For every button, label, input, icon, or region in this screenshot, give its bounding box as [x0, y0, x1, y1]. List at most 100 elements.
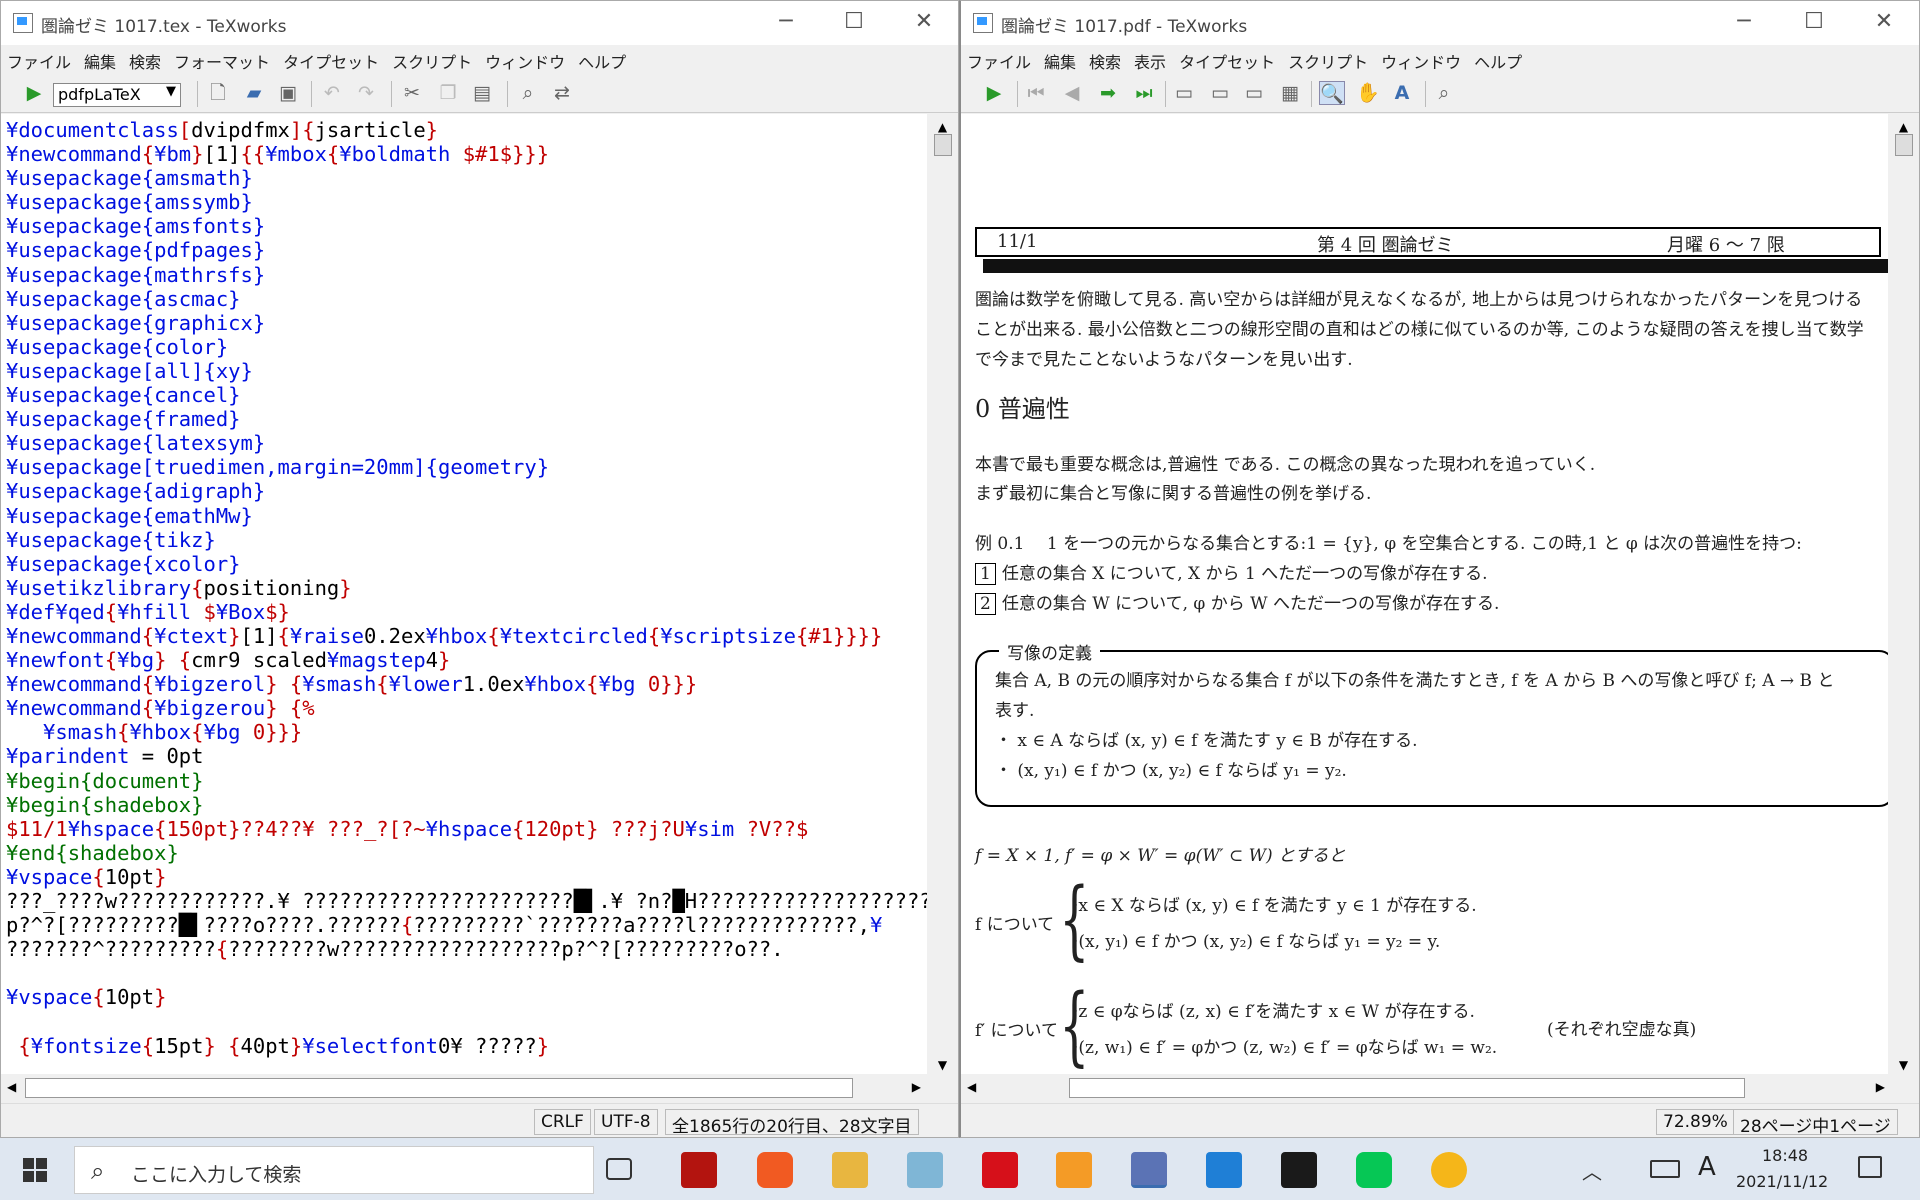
start-button[interactable] [0, 1138, 70, 1200]
source-line[interactable]: ¥usepackage{amsmath} [6, 166, 927, 190]
source-line[interactable]: ???_????w????????????.¥ ????????????????… [6, 889, 927, 913]
h-scroll-thumb[interactable] [1069, 1078, 1745, 1098]
keyboard-icon[interactable] [1650, 1160, 1680, 1178]
open-file-icon[interactable]: ▰ [241, 81, 267, 105]
typeset-play-icon[interactable]: ▶ [981, 81, 1007, 105]
ime-indicator[interactable]: A [1698, 1152, 1716, 1182]
menu-format[interactable]: フォーマット [168, 45, 277, 73]
maximize-button[interactable]: ☐ [831, 9, 877, 37]
menu-search[interactable]: 検索 [123, 45, 168, 73]
search-box[interactable]: ⌕ ここに入力して検索 [74, 1146, 594, 1194]
source-line[interactable]: ¥newcommand{¥bigzerol} {¥smash{¥lower1.0… [6, 672, 927, 696]
fit-width-icon[interactable]: ▭ [1207, 81, 1233, 105]
source-line[interactable]: ¥usepackage{xcolor} [6, 552, 927, 576]
editor-horizontal-scrollbar[interactable]: ◀ ▶ [1, 1074, 927, 1102]
scroll-left-icon[interactable]: ◀ [967, 1080, 976, 1094]
menu-view[interactable]: 表示 [1128, 45, 1173, 73]
menu-file[interactable]: ファイル [1, 45, 78, 73]
source-line[interactable]: ¥usepackage{graphicx} [6, 311, 927, 335]
undo-icon[interactable]: ↶ [319, 81, 345, 105]
source-line[interactable]: ¥usepackage{tikz} [6, 528, 927, 552]
menu-edit[interactable]: 編集 [78, 45, 123, 73]
source-line[interactable]: ¥usepackage{amsfonts} [6, 214, 927, 238]
pdf-vertical-scrollbar[interactable]: ▲ ▼ [1888, 114, 1919, 1074]
encoding-indicator[interactable]: UTF-8 [594, 1109, 658, 1135]
menu-edit[interactable]: 編集 [1038, 45, 1083, 73]
source-line[interactable]: ¥newcommand{¥bm}[1]{{¥mbox{¥boldmath $#1… [6, 142, 927, 166]
copy-icon[interactable]: ❐ [435, 81, 461, 105]
source-line[interactable]: ¥usepackage{pdfpages} [6, 238, 927, 262]
source-line[interactable]: ¥usepackage{adigraph} [6, 479, 927, 503]
menu-window[interactable]: ウィンドウ [479, 45, 572, 73]
source-line[interactable]: ¥newcommand{¥bigzerou} {% [6, 696, 927, 720]
actual-size-icon[interactable]: ▭ [1171, 81, 1197, 105]
zoom-level[interactable]: 72.89% [1656, 1109, 1735, 1135]
scroll-up-icon[interactable]: ▲ [927, 120, 958, 134]
paste-icon[interactable]: ▤ [469, 81, 495, 105]
mail-icon[interactable] [1206, 1152, 1242, 1188]
clock-time[interactable]: 18:48 [1762, 1146, 1808, 1165]
source-line[interactable]: ¥def¥qed{¥hfill $¥Box$} [6, 600, 927, 624]
texworks-taskbar-icon[interactable] [1131, 1152, 1167, 1188]
scroll-down-icon[interactable]: ▼ [1888, 1058, 1919, 1072]
source-line[interactable]: ¥smash{¥hbox{¥bg 0}}} [6, 720, 927, 744]
next-page-icon[interactable]: ➡ [1095, 81, 1121, 105]
minimize-button[interactable]: ─ [763, 9, 809, 37]
menu-script[interactable]: スクリプト [386, 45, 479, 73]
source-line[interactable]: ¥begin{shadebox} [6, 793, 927, 817]
acrobat-icon[interactable] [681, 1152, 717, 1188]
select-text-icon[interactable]: A [1389, 81, 1415, 105]
source-line[interactable]: ¥usepackage{emathMw} [6, 504, 927, 528]
find-icon[interactable]: ⌕ [1431, 81, 1457, 105]
source-line[interactable]: ¥usetikzlibrary{positioning} [6, 576, 927, 600]
last-page-icon[interactable]: ⏭ [1131, 81, 1157, 105]
source-editor[interactable]: ¥documentclass[dvipdfmx]{jsarticle} ¥newc… [1, 114, 927, 1074]
cursor-position[interactable]: 全1865行の20行目、28文字目 [665, 1109, 919, 1137]
continuous-icon[interactable]: ▦ [1277, 81, 1303, 105]
source-line[interactable]: ¥begin{document} [6, 769, 927, 793]
redo-icon[interactable]: ↷ [353, 81, 379, 105]
editor-vertical-scrollbar[interactable]: ▲ ▼ [927, 114, 958, 1074]
brave-icon[interactable] [757, 1152, 793, 1188]
replace-icon[interactable]: ⇄ [549, 81, 575, 105]
clock-date[interactable]: 2021/11/12 [1736, 1172, 1828, 1191]
source-line[interactable]: ¥usepackage{cancel} [6, 383, 927, 407]
first-page-icon[interactable]: ⏮ [1023, 81, 1049, 105]
source-line[interactable]: ¥usepackage[all]{xy} [6, 359, 927, 383]
chevron-up-icon[interactable]: ︿ [1582, 1156, 1602, 1185]
source-line[interactable]: $11/1¥hspace{150pt}??4??¥ ???_?[?~¥hspac… [6, 817, 927, 841]
minimize-button[interactable]: ─ [1721, 9, 1767, 37]
scroll-up-icon[interactable]: ▲ [1888, 120, 1919, 134]
magnify-icon[interactable]: 🔍 [1319, 81, 1345, 105]
engine-select[interactable]: pdfpLaTeX ▼ [53, 83, 181, 107]
source-line[interactable] [6, 1009, 927, 1033]
source-line[interactable]: ¥usepackage{framed} [6, 407, 927, 431]
save-icon[interactable]: ▣ [275, 81, 301, 105]
mathematica-icon[interactable] [982, 1152, 1018, 1188]
page-indicator[interactable]: 28ページ中1ページ [1733, 1109, 1898, 1137]
source-line[interactable]: {¥fontsize{15pt} {40pt}¥selectfont0¥ ???… [6, 1034, 927, 1058]
menu-typeset[interactable]: タイプセット [277, 45, 386, 73]
menu-file[interactable]: ファイル [961, 45, 1038, 73]
close-button[interactable]: ✕ [901, 9, 947, 37]
close-button[interactable]: ✕ [1861, 9, 1907, 37]
scroll-right-icon[interactable]: ▶ [912, 1080, 921, 1094]
menu-script[interactable]: スクリプト [1282, 45, 1375, 73]
source-line[interactable]: ¥newfont{¥bg} {cmr9 scaled¥magstep4} [6, 648, 927, 672]
find-icon[interactable]: ⌕ [515, 81, 541, 105]
title-bar[interactable]: 圏論ゼミ 1017.tex - TeXworks ─ ☐ ✕ [1, 1, 958, 45]
task-view-icon[interactable] [606, 1158, 632, 1180]
source-line[interactable] [6, 961, 927, 985]
file-explorer-icon[interactable] [832, 1152, 868, 1188]
eol-indicator[interactable]: CRLF [534, 1109, 591, 1135]
menu-help[interactable]: ヘルプ [572, 45, 633, 73]
menu-window[interactable]: ウィンドウ [1375, 45, 1468, 73]
scroll-thumb[interactable] [1895, 134, 1913, 156]
source-line[interactable]: ¥usepackage{amssymb} [6, 190, 927, 214]
source-line[interactable]: ¥usepackage{mathrsfs} [6, 263, 927, 287]
music-icon[interactable] [1431, 1152, 1467, 1188]
h-scroll-thumb[interactable] [25, 1078, 853, 1098]
scroll-left-icon[interactable]: ◀ [7, 1080, 16, 1094]
scroll-thumb[interactable] [934, 134, 952, 156]
typeset-play-icon[interactable]: ▶ [21, 81, 47, 105]
